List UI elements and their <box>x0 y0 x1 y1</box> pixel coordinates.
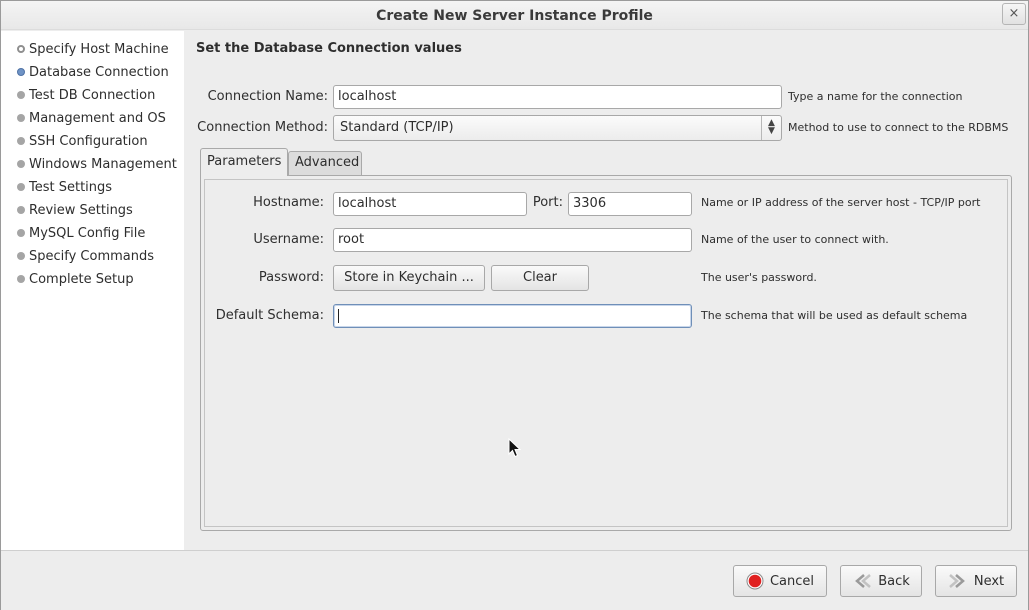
tab-parameters[interactable]: Parameters <box>200 148 288 176</box>
step-windows-management: Windows Management <box>17 155 177 173</box>
dialog-footer: Cancel Back Next <box>1 550 1028 610</box>
connection-method-label: Connection Method: <box>197 120 328 135</box>
username-label: Username: <box>253 232 324 247</box>
back-arrow-icon <box>852 573 872 589</box>
username-input[interactable]: root <box>333 228 692 252</box>
host-hint: Name or IP address of the server host - … <box>701 196 981 209</box>
stop-icon <box>746 572 764 590</box>
step-pending-icon <box>17 91 25 99</box>
next-arrow-icon <box>948 573 968 589</box>
next-label: Next <box>973 573 1005 589</box>
step-label: Windows Management <box>29 156 177 172</box>
step-done-icon <box>17 45 25 53</box>
step-label: Test Settings <box>29 179 113 195</box>
port-input[interactable]: 3306 <box>568 192 692 216</box>
password-label: Password: <box>258 270 324 285</box>
step-pending-icon <box>17 275 25 283</box>
step-pending-icon <box>17 160 25 168</box>
step-label: SSH Configuration <box>29 133 148 149</box>
connection-method-value: Standard (TCP/IP) <box>340 120 454 135</box>
step-specify-host-machine: Specify Host Machine <box>17 40 169 58</box>
close-icon: × <box>1008 6 1020 21</box>
step-database-connection: Database Connection <box>17 63 169 81</box>
step-management-and-os: Management and OS <box>17 109 166 127</box>
dialog-window: Create New Server Instance Profile × Spe… <box>0 0 1029 610</box>
connection-name-input[interactable]: localhost <box>333 85 782 109</box>
step-ssh-configuration: SSH Configuration <box>17 132 148 150</box>
default-schema-hint: The schema that will be used as default … <box>701 309 968 322</box>
username-hint: Name of the user to connect with. <box>701 233 889 246</box>
step-mysql-config-file: MySQL Config File <box>17 224 145 242</box>
step-test-settings: Test Settings <box>17 178 112 196</box>
step-label: Complete Setup <box>29 271 134 287</box>
step-current-icon <box>17 68 25 76</box>
default-schema-label: Default Schema: <box>215 308 324 323</box>
close-button[interactable]: × <box>1002 3 1026 25</box>
cancel-button[interactable]: Cancel <box>733 565 827 597</box>
step-complete-setup: Complete Setup <box>17 270 134 288</box>
main-content: Set the Database Connection values Conne… <box>184 31 1028 550</box>
password-hint: The user's password. <box>701 271 817 284</box>
back-button[interactable]: Back <box>840 565 922 597</box>
window-title: Create New Server Instance Profile <box>376 8 653 24</box>
step-label: MySQL Config File <box>29 225 146 241</box>
step-label: Test DB Connection <box>29 87 156 103</box>
step-label: Specify Host Machine <box>29 41 169 57</box>
connection-method-hint: Method to use to connect to the RDBMS <box>788 121 1009 134</box>
next-button[interactable]: Next <box>935 565 1017 597</box>
connection-name-hint: Type a name for the connection <box>788 90 963 103</box>
step-label: Database Connection <box>29 64 169 80</box>
step-label: Review Settings <box>29 202 133 218</box>
connection-method-select[interactable]: Standard (TCP/IP) ▲ ▼ <box>333 115 782 141</box>
step-pending-icon <box>17 252 25 260</box>
cancel-label: Cancel <box>769 573 815 589</box>
page-heading: Set the Database Connection values <box>196 41 462 56</box>
step-label: Management and OS <box>29 110 166 126</box>
step-pending-icon <box>17 229 25 237</box>
wizard-steps-sidebar: Specify Host Machine Database Connection… <box>1 31 184 550</box>
step-pending-icon <box>17 114 25 122</box>
text-caret <box>338 308 339 323</box>
step-test-db-connection: Test DB Connection <box>17 86 155 104</box>
title-bar: Create New Server Instance Profile × <box>1 1 1028 30</box>
default-schema-input[interactable] <box>333 304 692 328</box>
hostname-input[interactable]: localhost <box>333 192 527 216</box>
step-pending-icon <box>17 206 25 214</box>
hostname-label: Hostname: <box>253 195 324 210</box>
connection-name-label: Connection Name: <box>207 89 328 104</box>
step-label: Specify Commands <box>29 248 155 264</box>
port-label: Port: <box>532 195 563 210</box>
select-arrows-icon: ▲ ▼ <box>761 116 781 140</box>
tab-advanced[interactable]: Advanced <box>288 151 362 175</box>
store-in-keychain-button[interactable]: Store in Keychain ... <box>333 265 485 291</box>
step-pending-icon <box>17 183 25 191</box>
step-review-settings: Review Settings <box>17 201 133 219</box>
clear-password-button[interactable]: Clear <box>491 265 589 291</box>
mouse-pointer-icon <box>508 437 522 462</box>
step-specify-commands: Specify Commands <box>17 247 154 265</box>
step-pending-icon <box>17 137 25 145</box>
back-label: Back <box>878 573 910 589</box>
